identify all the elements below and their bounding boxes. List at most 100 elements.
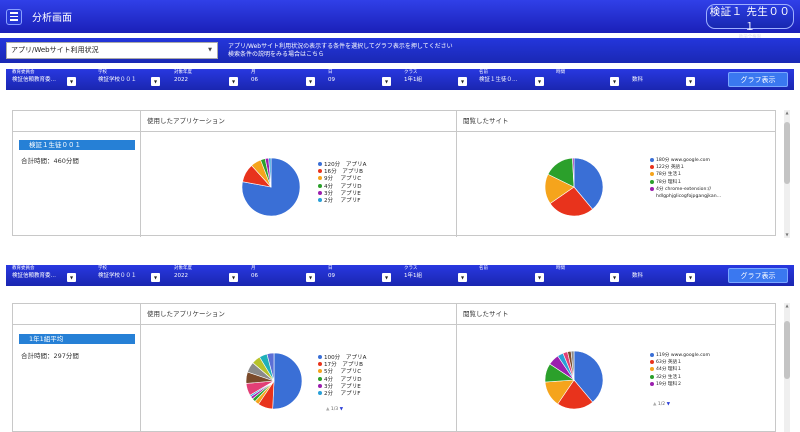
sites-pager[interactable]: ▲ 1/2 ▼ [653,402,670,407]
chevron-down-icon[interactable]: ▼ [382,273,391,282]
sites-pie-chart [544,350,604,410]
chevron-down-icon[interactable]: ▼ [67,77,76,86]
legend-label: 19分 理科２ [656,382,682,388]
filter-value: 06 [251,77,258,83]
sites-pie-chart [544,157,604,217]
help-text: アプリ/Webサイト利用状況の表示する条件を選択してグラフ表示を押してください … [228,43,453,59]
graph-display-button[interactable]: グラフ表示 [728,72,788,87]
student-name-badge: 検証１生徒００１ [19,140,135,150]
legend-label: 32分 生活１ [656,374,682,380]
legend-swatch [318,376,322,381]
filter-value: 06 [251,273,258,279]
chevron-down-icon[interactable]: ▼ [151,77,160,86]
legend-label: 119分 www.google.com [656,352,710,358]
chevron-down-icon[interactable]: ▼ [610,77,619,86]
help-line-1: アプリ/Webサイト利用状況の表示する条件を選択してグラフ表示を押してください [228,43,453,50]
legend-swatch [650,382,654,387]
apps-col-header: 使用したアプリケーション [141,111,457,132]
help-link[interactable]: 検索条件の説明をみる場合はこちら [228,51,453,59]
column-divider [140,111,141,237]
legend-label: 78分 生活１ [656,172,682,178]
chevron-down-icon[interactable]: ▼ [458,273,467,282]
legend-label: 78分 理科１ [656,179,682,185]
legend-item: 63分 英語１ [650,358,710,365]
filter-label: クラス [404,70,418,75]
legend-label: 4分 chrome-extension:// [656,187,712,193]
legend-swatch [650,367,654,372]
apps-col-header: 使用したアプリケーション [141,304,457,325]
filter-label: クラス [404,266,418,271]
legend-swatch [318,361,322,366]
filter-bar: 教育委員会 検証信頼教育委… ▼ 学校 検証学校００１ ▼ 対象年度 2022 ▼ 月 06 ▼ 日 09… [6,265,794,286]
legend-item: 19分 理科２ [650,381,710,388]
filter-label: 時間 [556,266,565,271]
pie-slice[interactable] [272,352,303,410]
legend-item: 119分 www.google.com [650,351,710,358]
legend-swatch [650,165,654,170]
filter-value: 検証信頼教育委… [12,77,57,83]
filter-bar: 教育委員会 検証信頼教育委… ▼ 学校 検証学校００１ ▼ 対象年度 2022 ▼ 月 06 ▼ 日 09… [6,69,794,90]
chevron-down-icon[interactable]: ▼ [610,273,619,282]
apps-pager[interactable]: ▲ 1/3 ▼ [326,407,343,412]
legend-label: 180分 www.google.com [656,157,710,163]
chevron-down-icon[interactable]: ▼ [306,273,315,282]
pager-down-icon[interactable]: ▼ [667,402,670,407]
chevron-down-icon[interactable]: ▼ [229,77,238,86]
legend-swatch [650,179,654,184]
filter-value: 数科 [632,77,644,83]
chevron-down-icon[interactable]: ▼ [535,77,544,86]
chevron-down-icon[interactable]: ▼ [306,77,315,86]
scroll-up-icon[interactable]: ▲ [784,110,790,116]
legend-item: 44分 理科１ [650,366,710,373]
scrollbar-thumb[interactable] [784,122,790,184]
chevron-down-icon[interactable]: ▼ [686,77,695,86]
filter-value: 数科 [632,273,644,279]
scrollbar[interactable]: ▲ [784,303,790,432]
scroll-up-icon[interactable]: ▲ [784,303,790,309]
legend-label: 44分 理科１ [656,367,682,373]
chevron-down-icon[interactable]: ▼ [535,273,544,282]
legend-swatch [650,187,654,192]
filter-label: 対象年度 [174,266,192,271]
chevron-down-icon[interactable]: ▼ [229,273,238,282]
filter-value: 2022 [174,77,188,83]
report-type-select[interactable]: アプリ/Webサイト利用状況 ▼ [6,42,218,59]
column-divider [456,304,457,432]
filter-value: 検証学校００１ [98,273,137,279]
total-time: 合計時間：297分間 [21,352,79,360]
legend-item: 78分 理科１ [650,178,721,185]
filter-label: 学校 [98,70,107,75]
sites-col-header: 閲覧したサイト [457,304,775,325]
graph-display-button[interactable]: グラフ表示 [728,268,788,283]
pager-down-icon[interactable]: ▼ [340,407,343,412]
legend-swatch [650,157,654,162]
scroll-down-icon[interactable]: ▼ [784,232,790,238]
student-name-badge: 1年1組平均 [19,334,135,344]
legend-item: hdlgphjglicogfojpgangjkan… [650,193,721,200]
chevron-down-icon: ▼ [208,47,212,53]
legend-swatch [318,183,322,188]
scrollbar[interactable]: ▲ ▼ [784,110,790,238]
filter-label: 学校 [98,266,107,271]
chevron-down-icon[interactable]: ▼ [458,77,467,86]
filter-label: 名前 [479,266,488,271]
filter-value: 09 [328,77,335,83]
student-col-header [13,111,141,132]
result-panel-1: 使用したアプリケーション 閲覧したサイト 検証１生徒００１ 合計時間：460分間… [12,110,776,237]
pager-up-icon[interactable]: ▲ [326,407,329,412]
chevron-down-icon[interactable]: ▼ [67,273,76,282]
scrollbar-thumb[interactable] [784,321,790,379]
legend-item: 32分 生活１ [650,373,710,380]
apps-legend: 100分 アプリA 17分 アプリB 5分 アプリC 4分 アプリD 3分 アプリE 2分… [318,353,366,397]
hamburger-menu-icon[interactable] [6,8,22,25]
chevron-down-icon[interactable]: ▼ [686,273,695,282]
chevron-down-icon[interactable]: ▼ [151,273,160,282]
filter-label: 月 [251,70,256,75]
legend-swatch [650,360,654,365]
user-name: 検証１ 先生００１ [709,6,791,33]
filter-label: 時間 [556,70,565,75]
pager-up-icon[interactable]: ▲ [653,402,656,407]
user-badge[interactable]: 検証１ 先生００１ 教諭全権限 [706,4,794,40]
chevron-down-icon[interactable]: ▼ [382,77,391,86]
legend-item: 2分 アプリF [318,389,366,397]
